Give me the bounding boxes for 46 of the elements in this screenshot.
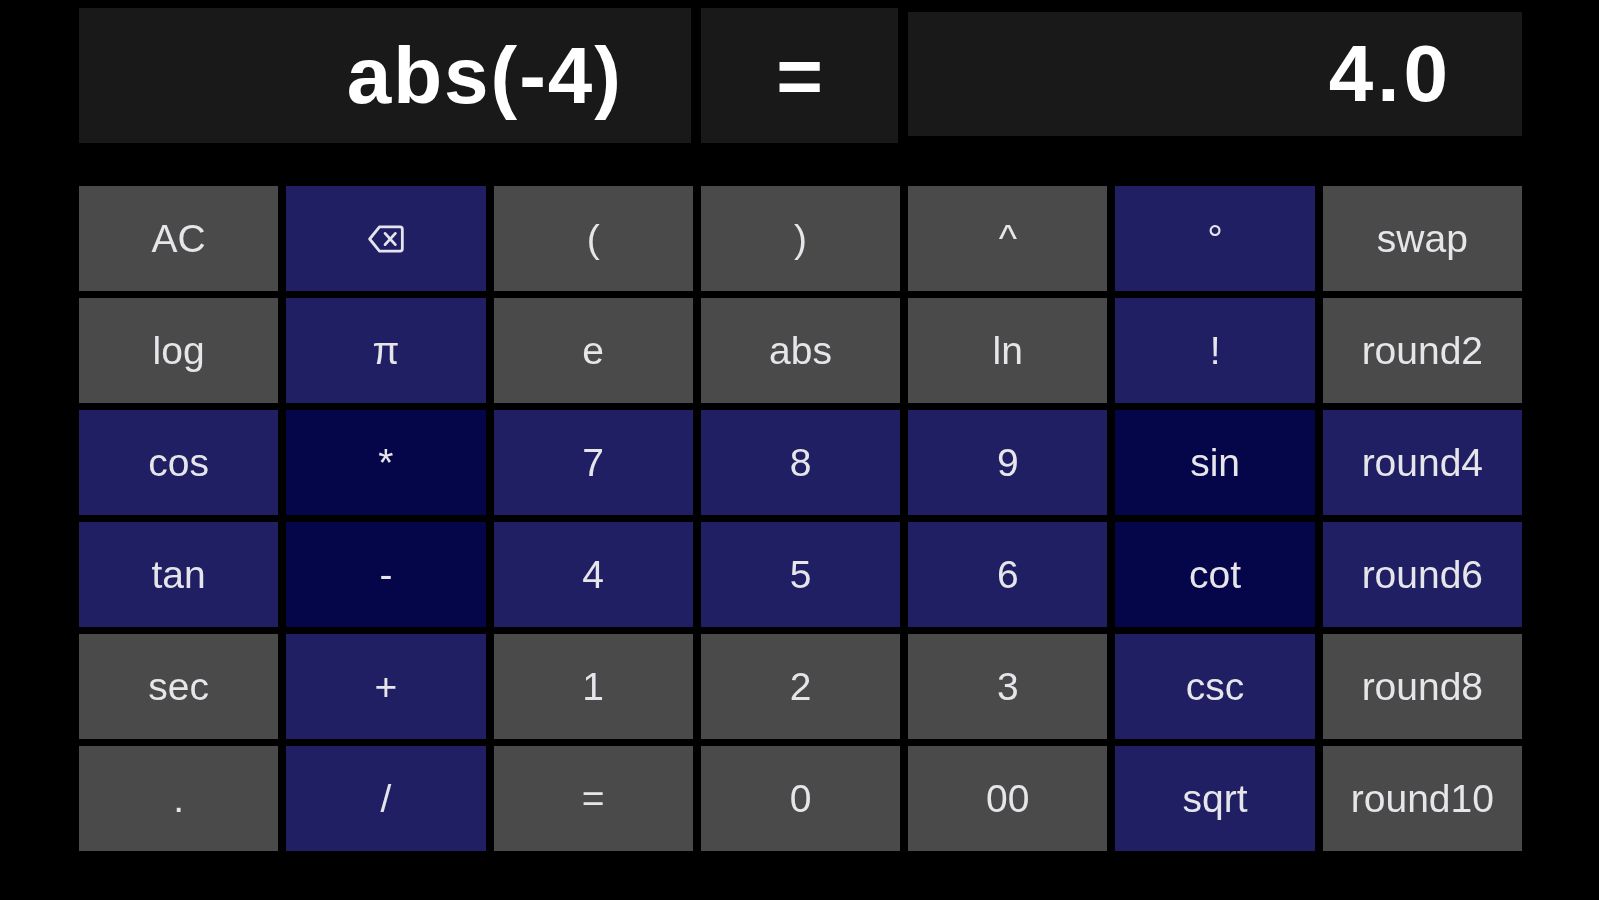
calculator-key[interactable]: csc xyxy=(1115,634,1315,739)
calculator-key[interactable]: sin xyxy=(1115,410,1315,515)
calculator-key[interactable]: swap xyxy=(1322,186,1522,291)
calculator-key[interactable]: 8 xyxy=(700,410,901,515)
calculator-key[interactable]: round2 xyxy=(1322,298,1522,403)
calculator-key[interactable]: ln xyxy=(908,298,1108,403)
calculator-key[interactable]: 4 xyxy=(493,522,693,627)
calculator-key[interactable]: π xyxy=(286,298,486,403)
calculator-key[interactable]: 00 xyxy=(908,746,1108,851)
calculator-key[interactable]: 5 xyxy=(700,522,901,627)
calculator-key[interactable]: 1 xyxy=(493,634,693,739)
equals-display: = xyxy=(701,8,898,143)
calculator-key[interactable]: cot xyxy=(1115,522,1315,627)
calculator-key[interactable]: round6 xyxy=(1322,522,1522,627)
calculator-key[interactable]: 3 xyxy=(908,634,1108,739)
result-display: 4.0 xyxy=(908,12,1522,136)
calculator-key[interactable]: cos xyxy=(79,410,279,515)
calculator-key[interactable]: sec xyxy=(79,634,279,739)
expression-display: abs(-4) xyxy=(79,8,691,143)
calculator-key[interactable]: sqrt xyxy=(1115,746,1315,851)
calculator-key[interactable]: AC xyxy=(79,186,279,291)
calculator-key[interactable]: 2 xyxy=(700,634,901,739)
calculator-key[interactable]: * xyxy=(286,410,486,515)
calculator-key[interactable]: = xyxy=(493,746,693,851)
calculator-key[interactable]: abs xyxy=(700,298,901,403)
calculator-key[interactable]: round8 xyxy=(1322,634,1522,739)
calculator-key[interactable]: ^ xyxy=(908,186,1108,291)
calculator-key[interactable]: ) xyxy=(700,186,901,291)
calculator-key[interactable]: . xyxy=(79,746,279,851)
calculator-key[interactable]: 0 xyxy=(700,746,901,851)
calculator-key[interactable]: 6 xyxy=(908,522,1108,627)
calculator-key[interactable]: ° xyxy=(1115,186,1315,291)
calculator-key[interactable]: e xyxy=(493,298,693,403)
backspace-key[interactable] xyxy=(286,186,486,291)
calculator-key[interactable]: log xyxy=(79,298,279,403)
calculator-key[interactable]: - xyxy=(286,522,486,627)
calculator-key[interactable]: tan xyxy=(79,522,279,627)
calculator-key[interactable]: ( xyxy=(493,186,693,291)
calculator-key[interactable]: round10 xyxy=(1322,746,1522,851)
calculator-key[interactable]: / xyxy=(286,746,486,851)
calculator-key[interactable]: 9 xyxy=(908,410,1108,515)
calculator-key[interactable]: round4 xyxy=(1322,410,1522,515)
calculator-key[interactable]: ! xyxy=(1115,298,1315,403)
calculator-key[interactable]: + xyxy=(286,634,486,739)
backspace-icon xyxy=(367,224,404,253)
calculator-key[interactable]: 7 xyxy=(493,410,693,515)
